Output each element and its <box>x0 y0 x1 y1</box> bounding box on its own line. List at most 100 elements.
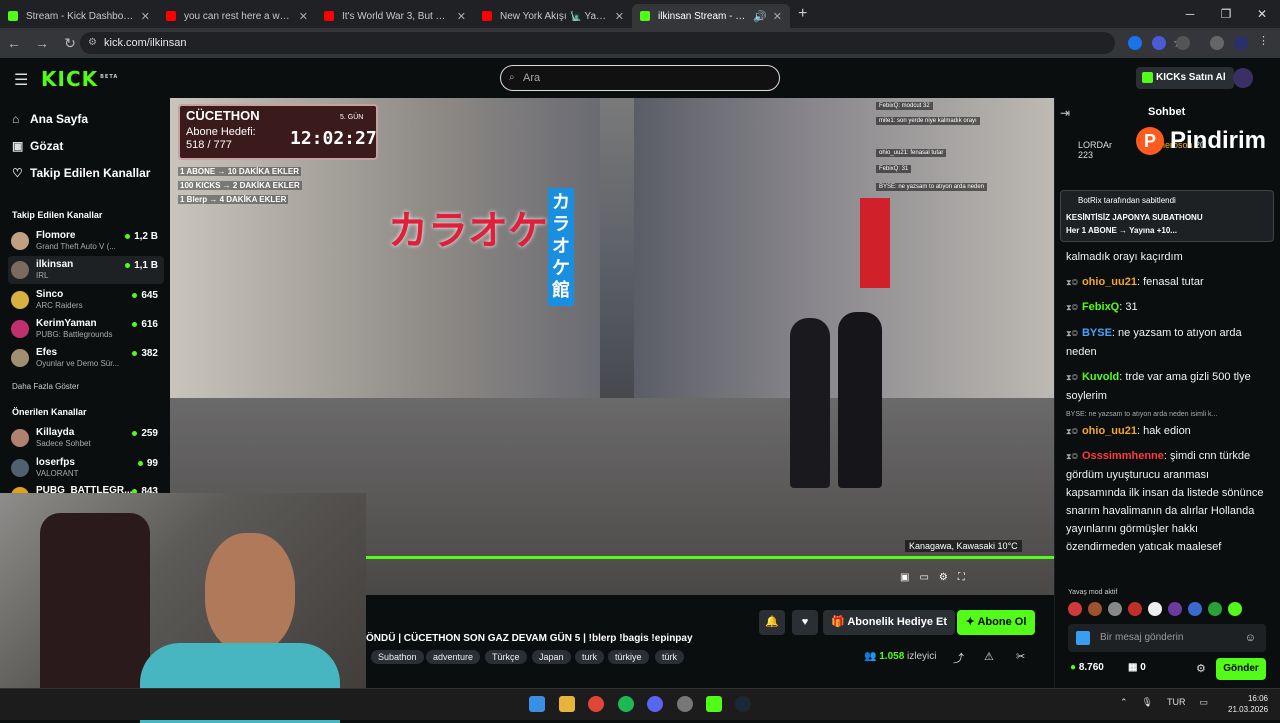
network-icon[interactable]: ▭ <box>1199 697 1208 708</box>
kick-app-icon[interactable] <box>706 696 722 712</box>
emote-icon[interactable] <box>1208 602 1222 616</box>
emote-icon[interactable] <box>1228 602 1242 616</box>
stream-tag[interactable]: Japan <box>532 650 571 664</box>
url-field[interactable]: ⚙kick.com/ilkinsan☆ <box>80 32 1184 54</box>
subscribe-button[interactable]: ✦ Abone Ol <box>957 610 1035 635</box>
close-icon[interactable]: ✕ <box>141 10 150 23</box>
browser-tab[interactable]: Stream - Kick Dashboard ✕ <box>0 4 158 28</box>
browser-tab-active[interactable]: ilkinsan Stream - Watch Liv🔊✕ <box>632 4 790 28</box>
site-info-icon[interactable]: ⚙ <box>88 32 97 54</box>
address-bar-row: ← → ↻ ⚙kick.com/ilkinsan☆ ⋮ <box>0 28 1280 58</box>
emote-icon[interactable] <box>1168 602 1182 616</box>
fullscreen-icon[interactable]: ⛶ <box>958 572 965 583</box>
kick-logo[interactable]: KICK BETA <box>41 67 118 91</box>
extension-icon[interactable] <box>1152 36 1166 50</box>
browser-tab[interactable]: you can rest here a while. - You✕ <box>158 4 316 28</box>
discord-icon[interactable] <box>647 696 663 712</box>
chat-settings-icon[interactable]: ⚙ <box>1196 662 1206 675</box>
chat-message-input[interactable]: Bir mesaj gönderin ☺ <box>1068 624 1266 652</box>
puzzle-icon[interactable] <box>1176 36 1190 50</box>
followed-channel[interactable]: Flomore Grand Theft Auto V (... 1,2 B <box>8 227 164 255</box>
streamer-webcam <box>0 493 366 723</box>
browser-tab[interactable]: New York Akışı 🗽 Yaratıcı İş G✕ <box>474 4 632 28</box>
emote-icon[interactable] <box>1108 602 1122 616</box>
stream-tag[interactable]: türk <box>655 650 685 664</box>
nav-following[interactable]: ♡ Takip Edilen Kanallar <box>12 166 150 180</box>
channel-points[interactable]: 8.760 <box>1070 662 1104 673</box>
show-more-link[interactable]: Daha Fazla Göster <box>12 382 79 391</box>
language-indicator[interactable]: TUR <box>1167 697 1186 708</box>
chrome-icon[interactable] <box>588 696 604 712</box>
share-icon[interactable]: ⤴ <box>953 650 964 666</box>
chat-message: ⧗◎ Osssimmhenne: şimdi cnn türkde gördüm … <box>1066 450 1264 553</box>
reading-list-icon[interactable] <box>1210 36 1224 50</box>
search-icon: ⌕ <box>509 72 515 83</box>
microphone-icon[interactable]: 🎙 <box>1142 697 1153 708</box>
back-button[interactable]: ← <box>0 35 28 51</box>
start-icon[interactable] <box>529 696 545 712</box>
collapse-chat-icon[interactable]: ⇥ <box>1060 106 1070 120</box>
followed-channel[interactable]: Sinco ARC Raiders 645 <box>8 286 164 314</box>
leaderboard-entry: LORDAr 223 <box>1078 140 1113 160</box>
followed-channel[interactable]: KerimYaman PUBG: Battlegrounds 616 <box>8 315 164 343</box>
report-icon[interactable]: ⚠ <box>984 650 994 663</box>
recommended-section-title: Önerilen Kanallar <box>12 407 87 417</box>
spotify-icon[interactable] <box>618 696 634 712</box>
live-progress-bar[interactable] <box>365 556 1054 559</box>
settings-icon[interactable]: ⚙ <box>939 572 948 583</box>
more-menu-icon[interactable]: ⋮ <box>1258 34 1272 48</box>
clip-icon[interactable]: ✂ <box>1016 650 1025 663</box>
stream-tag[interactable]: adventure <box>426 650 481 664</box>
theater-icon[interactable]: ▭ <box>919 572 928 583</box>
minimize-button[interactable]: ─ <box>1172 0 1208 28</box>
recommended-channel[interactable]: loserfps VALORANT 99 <box>8 454 164 482</box>
stream-tag[interactable]: Türkçe <box>485 650 527 664</box>
close-icon[interactable]: ✕ <box>457 10 466 23</box>
close-icon[interactable]: ✕ <box>299 10 308 23</box>
steam-icon[interactable] <box>735 696 751 712</box>
streamer-face <box>205 533 295 653</box>
maximize-button[interactable]: ❐ <box>1208 0 1244 28</box>
emote-icon[interactable] <box>1128 602 1142 616</box>
notification-bell-button[interactable]: 🔔 <box>759 610 785 635</box>
reply-preview[interactable]: BYSE: ne yazsam to atıyon arda neden isi… <box>1066 411 1217 418</box>
chat-message: ⧗◎ ohio_uu21: fenasal tutar <box>1066 276 1204 288</box>
followed-channel[interactable]: ilkinsan IRL 1,1 B <box>8 256 164 284</box>
emote-icon[interactable] <box>1148 602 1162 616</box>
hamburger-menu-icon[interactable]: ☰ <box>14 70 28 90</box>
followed-channel[interactable]: Efes Oyunlar ve Demo Sür... 382 <box>8 344 164 372</box>
speaker-icon[interactable]: 🔊 <box>753 10 767 23</box>
forward-button[interactable]: → <box>28 35 56 51</box>
emoji-icon[interactable]: ☺ <box>1245 624 1256 652</box>
gift-count[interactable]: ▦ 0 <box>1128 662 1146 673</box>
nav-home[interactable]: ⌂ Ana Sayfa <box>12 112 88 126</box>
clock[interactable]: 16:06 21.03.2026 <box>1228 693 1268 715</box>
file-explorer-icon[interactable] <box>559 696 575 712</box>
new-tab-button[interactable]: + <box>798 5 807 23</box>
buy-kicks-button[interactable]: KICKs Satın Al <box>1136 67 1234 89</box>
stream-tag[interactable]: türkiye <box>608 650 649 664</box>
chevron-up-icon[interactable]: ⌃ <box>1120 697 1128 708</box>
extension-icon[interactable] <box>1128 36 1142 50</box>
close-icon[interactable]: ✕ <box>773 10 782 23</box>
close-window-button[interactable]: ✕ <box>1244 0 1280 28</box>
recommended-channel[interactable]: Killayda Sadece Sohbet 259 <box>8 424 164 452</box>
pip-icon[interactable]: ▣ <box>900 572 909 583</box>
heart-icon: ♡ <box>12 166 23 180</box>
pinned-by: BotRix tarafından sabitlendi <box>1078 196 1176 205</box>
emote-icon[interactable] <box>1068 602 1082 616</box>
user-avatar[interactable] <box>1233 68 1253 88</box>
stream-tag[interactable]: turk <box>575 650 605 664</box>
emote-icon[interactable] <box>1188 602 1202 616</box>
stream-tag[interactable]: Subathon <box>371 650 424 664</box>
follow-heart-button[interactable]: ♥ <box>792 610 818 635</box>
profile-icon[interactable] <box>1234 36 1248 50</box>
app-icon[interactable] <box>677 696 693 712</box>
gift-sub-button[interactable]: 🎁 Abonelik Hediye Et <box>823 610 955 635</box>
emote-icon[interactable] <box>1088 602 1102 616</box>
search-input[interactable]: ⌕ Ara <box>500 65 780 91</box>
close-icon[interactable]: ✕ <box>615 10 624 23</box>
nav-browse[interactable]: ▣ Gözat <box>12 139 63 153</box>
send-button[interactable]: Gönder <box>1216 658 1266 680</box>
browser-tab[interactable]: It's World War 3, But You're Go✕ <box>316 4 474 28</box>
